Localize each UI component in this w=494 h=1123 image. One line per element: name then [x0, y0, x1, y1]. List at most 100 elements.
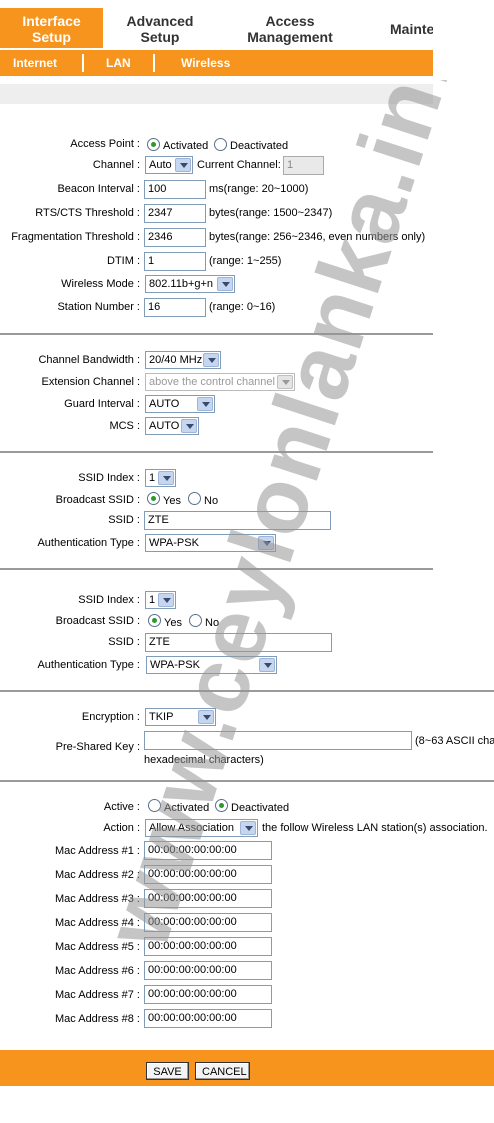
- access-point-label: Access Point :: [70, 138, 140, 150]
- ssid-index-label: SSID Index :: [78, 472, 140, 484]
- ssid-index-select[interactable]: 1: [145, 591, 176, 609]
- authentication-type-select[interactable]: WPA-PSK: [145, 534, 276, 552]
- tab-label-line1: Advanced: [126, 13, 194, 29]
- subtab-internet[interactable]: Internet: [13, 50, 57, 76]
- save-button[interactable]: SAVE: [146, 1062, 189, 1080]
- authentication-type-value: WPA-PSK: [150, 659, 200, 671]
- chevron-down-icon: [217, 277, 233, 291]
- channel-select[interactable]: Auto: [145, 156, 193, 174]
- channel-select-value: Auto: [149, 159, 172, 171]
- ssid-index-select[interactable]: 1: [145, 469, 176, 487]
- tab-advanced-setup[interactable]: Advanced Setup: [108, 8, 212, 48]
- broadcast-ssid-yes-radio[interactable]: [147, 492, 160, 505]
- beacon-interval-label: Beacon Interval :: [57, 183, 140, 195]
- authentication-type-select[interactable]: WPA-PSK: [146, 656, 277, 674]
- mac-address-label-5: Mac Address #5 :: [55, 941, 140, 953]
- chevron-down-icon: [158, 593, 174, 607]
- access-point-activated-radio[interactable]: [147, 138, 160, 151]
- ssid-index-label: SSID Index :: [78, 594, 140, 606]
- ssid-label: SSID :: [108, 514, 140, 526]
- mac-address-input-6[interactable]: 00:00:00:00:00:00: [144, 961, 272, 980]
- mcs-label: MCS :: [109, 420, 140, 432]
- cancel-button[interactable]: CANCEL: [195, 1062, 250, 1080]
- sub-divider: [82, 54, 84, 72]
- mac-filter-action-label: Action :: [103, 822, 140, 834]
- authentication-type-label: Authentication Type :: [37, 659, 140, 671]
- chevron-down-icon: [181, 419, 197, 433]
- broadcast-ssid-yes-radio[interactable]: [148, 614, 161, 627]
- chevron-down-icon: [259, 658, 275, 672]
- pre-shared-key-hint: (8~63 ASCII cha: [415, 735, 494, 747]
- broadcast-ssid-yes-label: Yes: [164, 617, 182, 629]
- sub-navigation: Internet LAN Wireless: [0, 50, 433, 76]
- section-divider: [0, 690, 494, 692]
- section-divider: [0, 451, 433, 453]
- mac-filter-action-hint: the follow Wireless LAN station(s) assoc…: [262, 822, 488, 834]
- encryption-label: Encryption :: [81, 711, 140, 723]
- section-header-strip: [0, 84, 433, 104]
- section-divider: [0, 333, 433, 335]
- mac-address-input-3[interactable]: 00:00:00:00:00:00: [144, 889, 272, 908]
- broadcast-ssid-label: Broadcast SSID :: [55, 494, 140, 506]
- top-navigation: Interface Setup Advanced Setup Access Ma…: [0, 8, 433, 48]
- pre-shared-key-input[interactable]: [144, 731, 412, 750]
- extension-channel-select: above the control channel: [145, 373, 295, 391]
- mac-address-label-4: Mac Address #4 :: [55, 917, 140, 929]
- wireless-mode-label: Wireless Mode :: [61, 278, 140, 290]
- guard-interval-select[interactable]: AUTO: [145, 395, 215, 413]
- beacon-interval-input[interactable]: 100: [144, 180, 206, 199]
- access-point-deactivated-radio[interactable]: [214, 138, 227, 151]
- mac-address-input-5[interactable]: 00:00:00:00:00:00: [144, 937, 272, 956]
- tab-access-management[interactable]: Access Management: [226, 8, 354, 48]
- mac-address-input-4[interactable]: 00:00:00:00:00:00: [144, 913, 272, 932]
- sub-divider: [153, 54, 155, 72]
- mac-filter-action-select[interactable]: Allow Association: [145, 819, 258, 837]
- broadcast-ssid-no-radio[interactable]: [188, 492, 201, 505]
- access-point-activated-label: Activated: [163, 140, 209, 152]
- encryption-select[interactable]: TKIP: [145, 708, 216, 726]
- authentication-type-label: Authentication Type :: [37, 537, 140, 549]
- mac-address-input-7[interactable]: 00:00:00:00:00:00: [144, 985, 272, 1004]
- ssid-index-value: 1: [149, 472, 156, 484]
- mac-address-input-8[interactable]: 00:00:00:00:00:00: [144, 1009, 272, 1028]
- tab-label-line1: Interface: [22, 13, 81, 29]
- channel-bandwidth-select[interactable]: 20/40 MHz: [145, 351, 221, 369]
- mac-address-input-2[interactable]: 00:00:00:00:00:00: [144, 865, 272, 884]
- mac-address-label-6: Mac Address #6 :: [55, 965, 140, 977]
- fragmentation-threshold-label: Fragmentation Threshold :: [11, 231, 140, 243]
- tab-label-line2: Setup: [140, 29, 180, 45]
- tab-label-line2: Management: [247, 29, 333, 45]
- tab-label-line1: Mainte: [390, 21, 433, 37]
- mac-address-label-1: Mac Address #1 :: [55, 845, 140, 857]
- channel-bandwidth-label: Channel Bandwidth :: [38, 354, 140, 366]
- wireless-mode-select[interactable]: 802.11b+g+n: [145, 275, 235, 293]
- chevron-down-icon: [197, 397, 213, 411]
- guard-interval-label: Guard Interval :: [64, 398, 140, 410]
- mac-filter-activated-radio[interactable]: [148, 799, 161, 812]
- encryption-value: TKIP: [149, 711, 174, 723]
- dtim-hint: (range: 1~255): [209, 255, 282, 267]
- station-number-input[interactable]: 16: [144, 298, 206, 317]
- mac-filter-deactivated-radio[interactable]: [215, 799, 228, 812]
- guard-interval-value: AUTO: [149, 398, 180, 410]
- mac-address-label-7: Mac Address #7 :: [55, 989, 140, 1001]
- dtim-input[interactable]: 1: [144, 252, 206, 271]
- mac-filter-deactivated-label: Deactivated: [231, 802, 290, 814]
- pre-shared-key-label: Pre-Shared Key :: [55, 741, 140, 753]
- tab-maintenance[interactable]: Mainte: [390, 8, 433, 48]
- mac-address-input-1[interactable]: 00:00:00:00:00:00: [144, 841, 272, 860]
- tab-interface-setup[interactable]: Interface Setup: [0, 8, 103, 48]
- rts-threshold-input[interactable]: 2347: [144, 204, 206, 223]
- broadcast-ssid-no-radio[interactable]: [189, 614, 202, 627]
- beacon-interval-hint: ms(range: 20~1000): [209, 183, 309, 195]
- fragmentation-threshold-input[interactable]: 2346: [144, 228, 206, 247]
- ssid-input[interactable]: ZTE: [144, 511, 331, 530]
- subtab-lan[interactable]: LAN: [106, 50, 131, 76]
- mcs-value: AUTO: [149, 420, 180, 432]
- subtab-wireless[interactable]: Wireless: [181, 50, 230, 76]
- section-divider: [0, 780, 494, 782]
- dtim-label: DTIM :: [107, 255, 140, 267]
- mcs-select[interactable]: AUTO: [145, 417, 199, 435]
- ssid-label: SSID :: [108, 636, 140, 648]
- ssid-input[interactable]: ZTE: [145, 633, 332, 652]
